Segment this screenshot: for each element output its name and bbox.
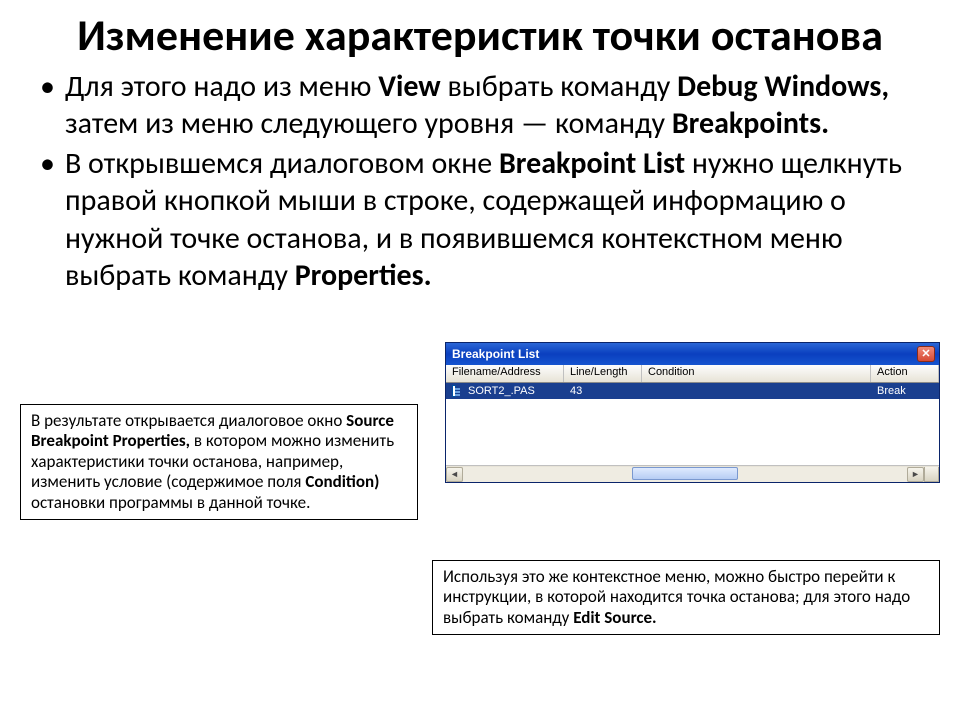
bullet-2-content: В открывшемся диалоговом окне Breakpoint… — [65, 145, 920, 295]
window-title: Breakpoint List — [452, 347, 539, 361]
bullet-1: • Для этого надо из меню View выбрать ко… — [40, 68, 920, 143]
cell-action: Break — [871, 385, 939, 397]
column-header-filename[interactable]: Filename/Address — [446, 365, 564, 382]
horizontal-scrollbar[interactable]: ◄ ► — [446, 465, 939, 482]
rows-area: SORT2_.PAS 43 Break — [446, 383, 939, 465]
callout-source-breakpoint-properties: В результате открывается диалоговое окно… — [20, 404, 418, 520]
column-header-condition[interactable]: Condition — [642, 365, 871, 382]
scroll-thumb[interactable] — [632, 467, 739, 480]
callout-edit-source: Используя это же контекстное меню, можно… — [432, 560, 940, 635]
bullet-dot: • — [40, 68, 55, 143]
file-icon — [446, 385, 462, 397]
cell-filename: SORT2_.PAS — [462, 385, 564, 397]
column-header-row: Filename/Address Line/Length Condition A… — [446, 365, 939, 383]
page-title: Изменение характеристик точки останова — [40, 12, 920, 60]
close-icon[interactable]: ✕ — [917, 346, 935, 362]
scroll-right-icon[interactable]: ► — [907, 467, 924, 482]
column-header-action[interactable]: Action — [871, 365, 939, 382]
breakpoint-list-window: Breakpoint List ✕ Filename/Address Line/… — [445, 342, 940, 483]
table-row[interactable]: SORT2_.PAS 43 Break — [446, 383, 939, 399]
resize-grip-icon[interactable] — [924, 467, 939, 482]
body-text: • Для этого надо из меню View выбрать ко… — [40, 68, 920, 295]
scroll-track[interactable] — [463, 467, 907, 482]
slide: Изменение характеристик точки останова •… — [0, 0, 960, 720]
column-header-line[interactable]: Line/Length — [564, 365, 642, 382]
window-titlebar[interactable]: Breakpoint List ✕ — [446, 343, 939, 365]
bullet-1-content: Для этого надо из меню View выбрать кома… — [65, 68, 920, 143]
bullet-dot: • — [40, 145, 55, 295]
cell-line: 43 — [564, 385, 642, 397]
bullet-2: • В открывшемся диалоговом окне Breakpoi… — [40, 145, 920, 295]
scroll-left-icon[interactable]: ◄ — [446, 467, 463, 482]
